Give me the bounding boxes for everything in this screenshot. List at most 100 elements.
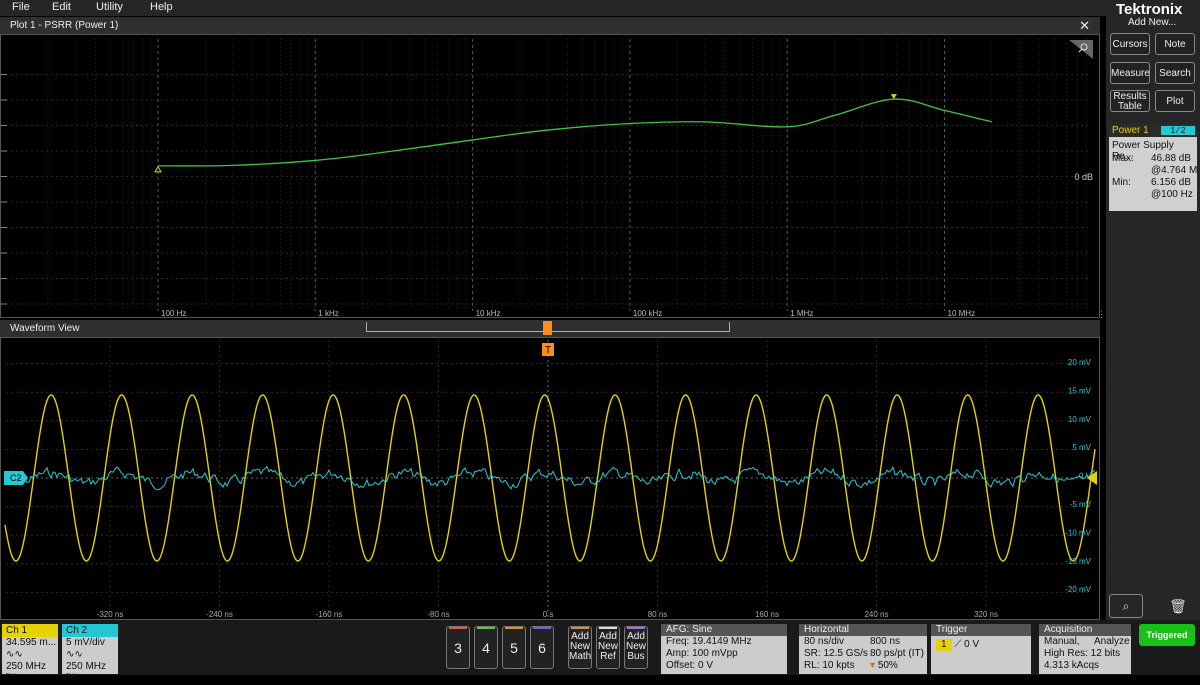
- psrr-series-line: [157, 98, 993, 167]
- ch3-color-strip: [449, 627, 467, 629]
- plot-button[interactable]: Plot: [1155, 90, 1195, 112]
- waveform-x-tick-label: -240 ns: [206, 610, 233, 619]
- sample-rate: SR: 12.5 GS/s: [804, 648, 868, 659]
- waveform-x-tick-label: 80 ns: [648, 610, 668, 619]
- trigger-pos-icon: ▾: [870, 660, 876, 671]
- psrr-plot-area[interactable]: 0 dB 100 Hz 1 kHz 10 kHz 100 kHz 1 MHz 10 MHz: [0, 34, 1100, 318]
- add-new-ref-button[interactable]: Add New Ref: [596, 626, 620, 669]
- trigger-source: 1: [936, 639, 952, 651]
- menu-file[interactable]: File: [12, 0, 30, 15]
- psrr-x-tick-label: 1 kHz: [318, 309, 338, 318]
- note-button[interactable]: Note: [1155, 33, 1195, 55]
- zoom-icon: ⌕: [1122, 599, 1130, 613]
- channel-5-button[interactable]: 5: [502, 626, 526, 669]
- horizontal-duration: 800 ns: [870, 636, 901, 647]
- waveform-grid: [6, 340, 1091, 619]
- waveform-svg: 20 mV15 mV10 mV5 mV0 V-5 mV-10 mV-15 mV-…: [4, 340, 1097, 619]
- max-marker: [890, 94, 897, 100]
- min-label: Min:: [1112, 177, 1131, 188]
- measurement-source-badge: 1 ⁄ 2: [1161, 126, 1195, 135]
- cursors-button[interactable]: Cursors: [1110, 33, 1150, 55]
- add-new-label: Add New...: [1128, 17, 1177, 28]
- max-freq: @4.764 MHz: [1151, 165, 1197, 176]
- afg-header[interactable]: AFG: Sine: [661, 624, 787, 636]
- afg-freq: Freq: 19.4149 MHz: [666, 636, 752, 647]
- ch2-badge[interactable]: 5 mV/div ∿∿ 250 MHz ᴮᵂ: [62, 637, 118, 684]
- channel-6-button[interactable]: 6: [530, 626, 554, 669]
- ch1-bandwidth: 250 MHz: [6, 661, 47, 672]
- channel-3-button[interactable]: 3: [446, 626, 470, 669]
- ref-color-strip: [599, 627, 617, 629]
- ch2-coupling-icon: ∿∿: [66, 649, 83, 660]
- acq-mode: Manual,: [1044, 636, 1080, 647]
- menu-utility[interactable]: Utility: [96, 0, 123, 15]
- menu-edit[interactable]: Edit: [52, 0, 71, 15]
- ch2-badge-header[interactable]: Ch 2: [62, 624, 118, 637]
- plot-title: Plot 1 - PSRR (Power 1): [10, 20, 119, 31]
- horizontal-badge[interactable]: 80 ns/div 800 ns SR: 12.5 GS/s 80 ps/pt (I…: [799, 636, 927, 674]
- power-measurement-badge[interactable]: Power 1 1 ⁄ 2 Power Supply Re... Max: 46…: [1109, 124, 1197, 211]
- psrr-x-tick-label: 100 Hz: [161, 309, 186, 318]
- add-new-math-button[interactable]: Add New Math: [568, 626, 592, 669]
- search-button[interactable]: Search: [1155, 62, 1195, 84]
- triggered-status[interactable]: Triggered: [1139, 624, 1195, 646]
- waveform-x-ticks: -320 ns -240 ns -160 ns -80 ns 0 s 80 ns 160 n…: [97, 610, 998, 619]
- results-table-button[interactable]: Results Table: [1110, 90, 1150, 112]
- ch2-offset-marker[interactable]: C2: [4, 471, 28, 485]
- acquisition-header[interactable]: Acquisition: [1039, 624, 1131, 636]
- trash-button[interactable]: 🗑: [1166, 594, 1190, 618]
- add-new-bus-button[interactable]: Add New Bus: [624, 626, 648, 669]
- plot-panel-title: Plot 1 - PSRR (Power 1) ✕: [0, 17, 1100, 34]
- zero-db-label: 0 dB: [1074, 172, 1093, 182]
- horizontal-scale: 80 ns/div: [804, 636, 845, 647]
- zoom-tool-button[interactable]: ⌕: [1109, 594, 1143, 618]
- acquisition-badge[interactable]: Manual, Analyze High Res: 12 bits 4.313 k…: [1039, 636, 1131, 674]
- waveform-x-tick-label: -320 ns: [97, 610, 124, 619]
- afg-amp: Amp: 100 mVpp: [666, 648, 738, 659]
- close-icon[interactable]: ✕: [1079, 17, 1090, 34]
- waveform-x-tick-label: 320 ns: [974, 610, 998, 619]
- min-freq: @100 Hz: [1151, 189, 1193, 200]
- math-color-strip: [571, 627, 589, 629]
- trigger-header[interactable]: Trigger: [931, 624, 1031, 636]
- psrr-x-tick-label: 100 kHz: [633, 309, 662, 318]
- tektronix-logo: Tektronix: [1116, 1, 1183, 18]
- ch6-color-strip: [533, 627, 551, 629]
- afg-offset: Offset: 0 V: [666, 660, 714, 671]
- menu-bar: File Edit Utility Help: [0, 0, 1106, 16]
- psrr-x-tick-label: 1 MHz: [790, 309, 813, 318]
- measure-button[interactable]: Measure: [1110, 62, 1150, 84]
- ch1-badge[interactable]: 34.595 m... ∿∿ 250 MHz ᴮᵂ: [2, 637, 58, 684]
- channel-4-button[interactable]: 4: [474, 626, 498, 669]
- trigger-position-marker[interactable]: T: [542, 343, 554, 356]
- waveform-y-tick-label: -10 mV: [1065, 528, 1091, 537]
- waveform-y-tick-label: -15 mV: [1065, 557, 1091, 566]
- trigger-badge[interactable]: 1 ⟋ 0 V: [931, 636, 1031, 674]
- svg-text:T: T: [545, 345, 551, 356]
- measurement-name: Power 1: [1112, 125, 1149, 136]
- waveform-y-tick-label: -20 mV: [1065, 585, 1091, 594]
- waveform-y-tick-label: -5 mV: [1070, 500, 1092, 509]
- psrr-plot-svg: 0 dB 100 Hz 1 kHz 10 kHz 100 kHz 1 MHz 10 MHz: [1, 39, 1093, 318]
- waveform-area[interactable]: 20 mV 15 mV 10 mV 5 mV 0 V -5 mV -10 mV -15 mV -…: [0, 337, 1100, 620]
- waveform-y-tick-label: 20 mV: [1068, 358, 1092, 367]
- ch2-bandwidth: 250 MHz: [66, 661, 107, 672]
- settings-bar: Ch 1 34.595 m... ∿∿ 250 MHz ᴮᵂ Ch 2 5 mV…: [0, 620, 1200, 684]
- ch1-badge-header[interactable]: Ch 1: [2, 624, 58, 637]
- acq-resolution: High Res: 12 bits: [1044, 648, 1121, 659]
- ch1-value: 34.595 m...: [6, 637, 57, 648]
- trigger-level: 0 V: [964, 639, 980, 650]
- waveform-x-tick-label: 240 ns: [864, 610, 888, 619]
- horizontal-header[interactable]: Horizontal: [799, 624, 927, 636]
- splitter-handle[interactable]: ⋮: [1097, 310, 1106, 326]
- max-value: 46.88 dB: [1151, 153, 1192, 164]
- menu-help[interactable]: Help: [150, 0, 173, 15]
- rising-edge-icon: ⟋: [954, 639, 962, 650]
- waveform-y-tick-label: 5 mV: [1072, 443, 1091, 452]
- horizontal-position: 50%: [877, 660, 898, 671]
- waveform-y-tick-label: 10 mV: [1068, 415, 1092, 424]
- min-value: 6.156 dB: [1151, 177, 1192, 188]
- ch4-color-strip: [477, 627, 495, 629]
- svg-text:C2: C2: [10, 473, 22, 483]
- afg-badge[interactable]: Freq: 19.4149 MHz Amp: 100 mVpp Offset: …: [661, 636, 787, 674]
